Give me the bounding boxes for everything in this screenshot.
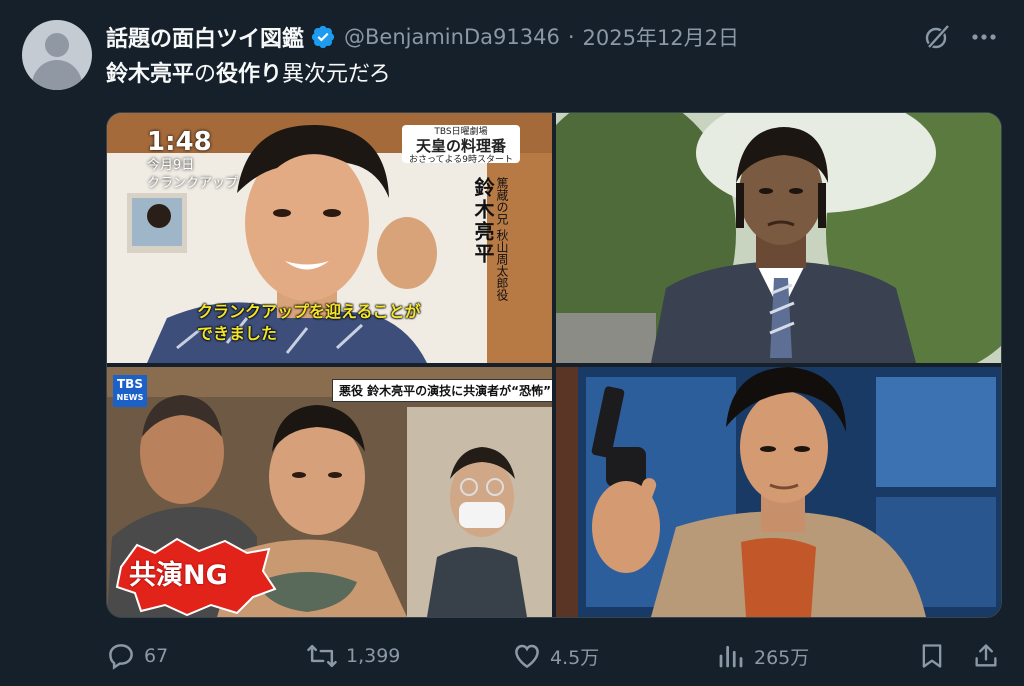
subtitle-line-1: クランクアップを迎えることが bbox=[197, 302, 421, 321]
retweet-button[interactable]: 1,399 bbox=[306, 636, 400, 676]
image-2-scene bbox=[556, 113, 1001, 363]
reply-icon bbox=[109, 644, 133, 670]
share-button[interactable] bbox=[972, 636, 1008, 676]
tv-date-caption: 今月9日 クランクアップ bbox=[147, 157, 238, 193]
tweet-text-part-4: 異次元だろ bbox=[282, 62, 391, 87]
avatar-shoulders bbox=[32, 60, 82, 90]
ng-badge-text: 共演NG bbox=[129, 560, 228, 591]
media-image-1[interactable]: 1:48 今月9日 クランクアップ TBS日曜劇場 天皇の料理番 おさってよる9… bbox=[107, 113, 552, 363]
retweet-count: 1,399 bbox=[346, 645, 401, 667]
tweet: 話題の面白ツイ図鑑 @BenjaminDa91346 · 2025年12月2日 … bbox=[0, 0, 1024, 686]
action-bar: 67 1,399 4.5万 265万 bbox=[106, 636, 1000, 676]
tbs-logo-sub: NEWS bbox=[116, 393, 144, 402]
grok-icon[interactable] bbox=[922, 22, 952, 52]
tweet-text-part-3: 役作り bbox=[216, 62, 283, 87]
tv-clock: 1:48 bbox=[147, 127, 212, 157]
handle[interactable]: @BenjaminDa91346 bbox=[344, 25, 560, 49]
news-headline: 悪役 鈴木亮平の演技に共演者が“恐怖” bbox=[332, 379, 552, 402]
display-name[interactable]: 話題の面白ツイ図鑑 bbox=[106, 21, 304, 53]
tbs-logo-text: TBS bbox=[117, 377, 143, 391]
more-dots-icon[interactable] bbox=[968, 22, 1000, 52]
reply-count: 67 bbox=[144, 645, 169, 667]
like-count: 4.5万 bbox=[550, 646, 600, 669]
role-line-2: 秋山周太郎役 bbox=[495, 228, 509, 301]
retweet-icon bbox=[307, 644, 337, 668]
role-line-1: 篤蔵の兄 bbox=[495, 177, 509, 225]
like-button[interactable]: 4.5万 bbox=[512, 636, 599, 676]
tweet-date[interactable]: 2025年12月2日 bbox=[583, 22, 740, 52]
share-icon bbox=[975, 644, 997, 667]
program-title: 天皇の料理番 bbox=[415, 137, 506, 155]
tweet-text-part-1: 鈴木亮平 bbox=[106, 62, 195, 87]
avatar[interactable] bbox=[22, 20, 92, 90]
bookmark-button[interactable] bbox=[918, 636, 954, 676]
views-button[interactable]: 265万 bbox=[716, 636, 809, 676]
media-grid: 1:48 今月9日 クランクアップ TBS日曜劇場 天皇の料理番 おさってよる9… bbox=[106, 112, 1002, 618]
tweet-text-part-2: の bbox=[194, 62, 217, 87]
media-image-3[interactable]: TBS NEWS 悪役 鈴木亮平の演技に共演者が“恐怖” 共演NG bbox=[107, 367, 552, 617]
media-image-2[interactable] bbox=[556, 113, 1001, 363]
views-chart-icon bbox=[719, 645, 743, 668]
tweet-header: 話題の面白ツイ図鑑 @BenjaminDa91346 · 2025年12月2日 bbox=[106, 20, 739, 54]
views-count: 265万 bbox=[754, 646, 810, 669]
tweet-text: 鈴木亮平の役作り異次元だろ bbox=[106, 60, 391, 90]
avatar-head bbox=[45, 33, 69, 57]
separator-dot: · bbox=[567, 25, 575, 49]
program-small: おさってよる9時スタート bbox=[408, 155, 513, 165]
program-top: TBS日曜劇場 bbox=[434, 127, 488, 137]
tv-date-line-1: 今月9日 bbox=[147, 158, 195, 173]
media-image-4[interactable] bbox=[556, 367, 1001, 617]
heart-icon bbox=[515, 644, 539, 669]
verified-badge-icon bbox=[311, 25, 335, 49]
image-4-scene bbox=[556, 367, 1001, 617]
reply-button[interactable]: 67 bbox=[106, 636, 168, 676]
tbs-news-logo: TBS NEWS bbox=[113, 375, 147, 407]
subtitle-caption: クランクアップを迎えることが できました bbox=[197, 301, 421, 345]
tv-date-line-2: クランクアップ bbox=[147, 176, 239, 191]
person-name-caption: 鈴木亮平 bbox=[471, 177, 495, 265]
subtitle-line-2: できました bbox=[197, 324, 278, 343]
bookmark-icon bbox=[922, 644, 942, 668]
role-caption: 篤蔵の兄 秋山周太郎役 bbox=[495, 177, 509, 301]
program-title-box: TBS日曜劇場 天皇の料理番 おさってよる9時スタート bbox=[402, 125, 520, 165]
